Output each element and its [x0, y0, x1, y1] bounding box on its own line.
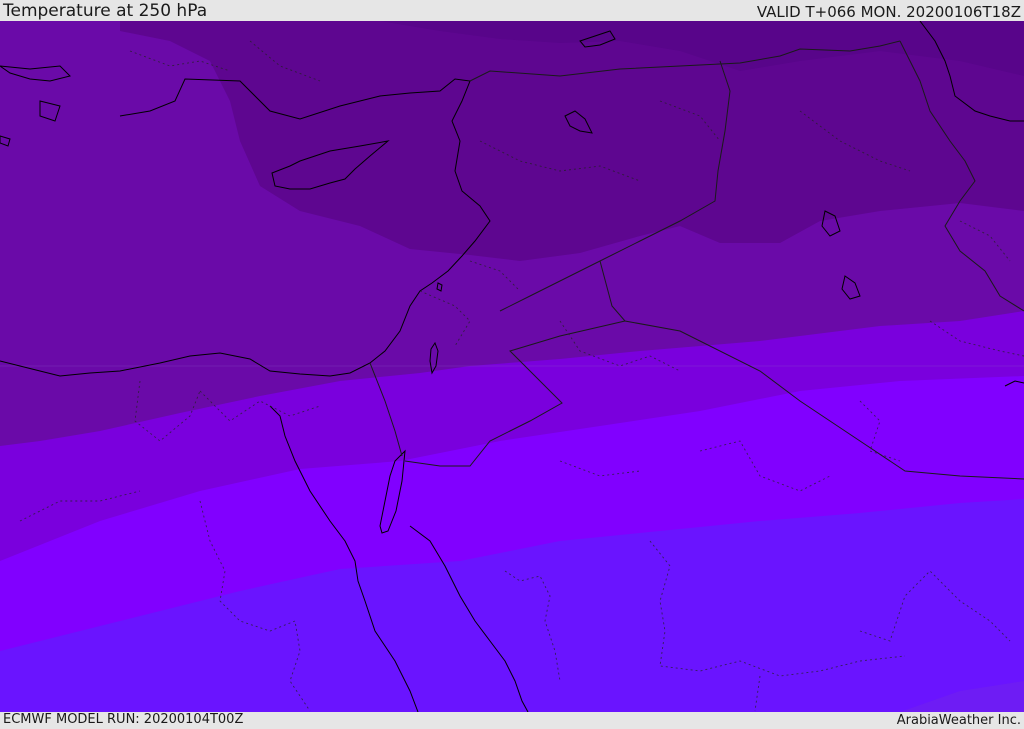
model-run-label: ECMWF MODEL RUN: 20200104T00Z: [3, 712, 244, 727]
footer-bar: ECMWF MODEL RUN: 20200104T00Z ArabiaWeat…: [0, 712, 1024, 729]
header-bar: Temperature at 250 hPa VALID T+066 MON. …: [0, 0, 1024, 21]
credit-label: ArabiaWeather Inc.: [896, 713, 1021, 728]
valid-time-label: VALID T+066 MON. 20200106T18Z: [756, 3, 1021, 21]
chart-title: Temperature at 250 hPa: [3, 1, 208, 21]
weather-map[interactable]: [0, 21, 1024, 712]
